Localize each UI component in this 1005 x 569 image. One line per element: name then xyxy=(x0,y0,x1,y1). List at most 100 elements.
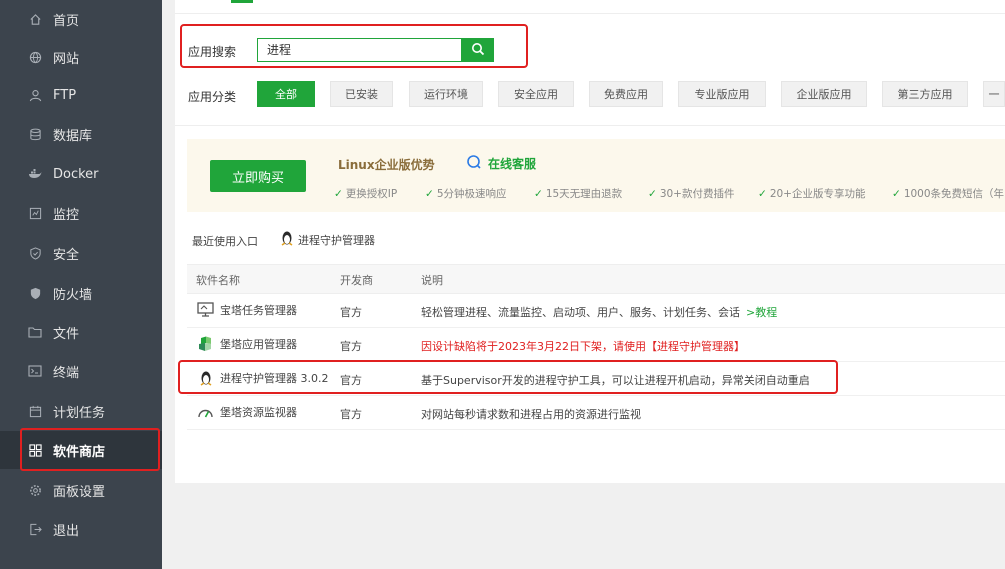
sidebar-item-label: 面板设置 xyxy=(53,484,106,500)
search-icon xyxy=(471,42,485,59)
developer-cell: 官方 xyxy=(340,340,362,353)
column-header-description: 说明 xyxy=(421,274,443,287)
online-support-label: 在线客服 xyxy=(488,157,537,171)
sidebar: 首页 网站 FTP 数据库 Docker 监控 安全 防火墙 文件 终端 计划任… xyxy=(0,0,162,569)
sidebar-item-firewall[interactable]: 防火墙 xyxy=(0,274,162,312)
docker-icon xyxy=(28,167,42,181)
sidebar-item-monitor[interactable]: 监控 xyxy=(0,194,162,232)
category-label: 应用分类 xyxy=(188,90,237,104)
check-icon: ✓ xyxy=(892,188,901,200)
category-more[interactable]: 一 xyxy=(983,81,1005,107)
gauge-icon xyxy=(197,404,214,421)
home-icon xyxy=(28,12,42,26)
description-cell: 轻松管理进程、流量监控、启动项、用户、服务、计划任务、会话 >教程 xyxy=(421,304,778,320)
app-name-cell: 堡塔资源监视器 xyxy=(197,402,297,422)
penguin-icon xyxy=(197,370,214,387)
promo-feature: ✓ 更换授权IP xyxy=(334,188,398,200)
category-runtime[interactable]: 运行环境 xyxy=(409,81,483,107)
column-header-name: 软件名称 xyxy=(196,274,240,287)
active-tab-indicator xyxy=(231,0,253,3)
app-manager-icon xyxy=(197,336,214,353)
top-tab-strip xyxy=(175,0,1005,14)
column-header-developer: 开发商 xyxy=(340,274,373,287)
recent-label: 最近使用入口 xyxy=(192,235,258,248)
database-icon xyxy=(28,127,42,141)
sidebar-item-label: 软件商店 xyxy=(53,444,106,460)
check-icon: ✓ xyxy=(534,188,543,200)
category-all[interactable]: 全部 xyxy=(257,81,315,107)
app-name-cell: 宝塔任务管理器 xyxy=(197,300,297,320)
terminal-icon xyxy=(28,364,42,378)
app-name-cell: 进程守护管理器 3.0.2 xyxy=(197,368,329,388)
sidebar-item-label: 防火墙 xyxy=(53,287,93,303)
sidebar-item-label: 网站 xyxy=(53,51,80,67)
sidebar-item-label: 终端 xyxy=(53,365,80,381)
search-button[interactable] xyxy=(461,38,494,62)
recent-item[interactable]: 进程守护管理器 xyxy=(280,230,375,249)
description-cell: 基于Supervisor开发的进程守护工具，可以让进程开机启动，异常关闭自动重启 xyxy=(421,374,810,387)
online-support-link[interactable]: 在线客服 xyxy=(466,154,536,173)
sidebar-item-home[interactable]: 首页 xyxy=(0,0,162,38)
penguin-icon xyxy=(280,230,294,249)
sidebar-item-label: 监控 xyxy=(53,207,80,223)
sidebar-item-label: 计划任务 xyxy=(53,405,106,421)
search-input[interactable]: 进程 xyxy=(257,38,462,62)
promo-feature: ✓ 15天无理由退款 xyxy=(534,188,623,200)
shield-icon xyxy=(28,246,42,260)
category-security[interactable]: 安全应用 xyxy=(498,81,574,107)
task-manager-icon xyxy=(197,302,214,319)
category-pro[interactable]: 专业版应用 xyxy=(678,81,766,107)
sidebar-item-label: 退出 xyxy=(53,523,80,539)
sidebar-item-database[interactable]: 数据库 xyxy=(0,115,162,153)
sidebar-item-website[interactable]: 网站 xyxy=(0,38,162,76)
category-enterprise[interactable]: 企业版应用 xyxy=(781,81,867,107)
promo-title: Linux企业版优势 xyxy=(338,158,435,172)
search-label: 应用搜索 xyxy=(188,45,237,59)
category-installed[interactable]: 已安装 xyxy=(330,81,393,107)
sidebar-item-label: 首页 xyxy=(53,13,80,29)
sidebar-item-label: Docker xyxy=(53,166,99,182)
sidebar-item-label: 文件 xyxy=(53,326,80,342)
firewall-icon xyxy=(28,286,42,300)
sidebar-item-panel-settings[interactable]: 面板设置 xyxy=(0,471,162,509)
logout-icon xyxy=(28,522,42,536)
developer-cell: 官方 xyxy=(340,374,362,387)
sidebar-item-label: 安全 xyxy=(53,247,80,263)
sidebar-item-docker[interactable]: Docker xyxy=(0,155,162,193)
check-icon: ✓ xyxy=(425,188,434,200)
sidebar-item-app-store[interactable]: 软件商店 xyxy=(0,431,162,469)
check-icon: ✓ xyxy=(648,188,657,200)
developer-cell: 官方 xyxy=(340,306,362,319)
sidebar-item-logout[interactable]: 退出 xyxy=(0,510,162,548)
check-icon: ✓ xyxy=(758,188,767,200)
sidebar-item-security[interactable]: 安全 xyxy=(0,234,162,272)
promo-feature: ✓ 1000条免费短信（年 xyxy=(892,188,1005,200)
chat-icon xyxy=(466,154,482,173)
check-icon: ✓ xyxy=(334,188,343,200)
recent-item-label: 进程守护管理器 xyxy=(298,233,375,247)
user-icon xyxy=(28,88,42,102)
promo-banner xyxy=(187,139,1005,212)
promo-feature: ✓ 30+款付费插件 xyxy=(648,188,735,200)
sidebar-item-ftp[interactable]: FTP xyxy=(0,76,162,114)
category-third-party[interactable]: 第三方应用 xyxy=(882,81,968,107)
promo-feature: ✓ 5分钟极速响应 xyxy=(425,188,507,200)
sidebar-item-files[interactable]: 文件 xyxy=(0,313,162,351)
sidebar-item-cron[interactable]: 计划任务 xyxy=(0,392,162,430)
tutorial-link[interactable]: >教程 xyxy=(746,304,777,320)
folder-icon xyxy=(28,325,42,339)
developer-cell: 官方 xyxy=(340,408,362,421)
category-free[interactable]: 免费应用 xyxy=(589,81,663,107)
description-cell: 对网站每秒请求数和进程占用的资源进行监视 xyxy=(421,408,641,421)
buy-now-button[interactable]: 立即购买 xyxy=(210,160,306,192)
sidebar-item-label: FTP xyxy=(53,87,77,103)
table-header xyxy=(187,264,1005,294)
sidebar-item-label: 数据库 xyxy=(53,128,93,144)
globe-icon xyxy=(28,50,42,64)
divider xyxy=(175,125,1005,126)
description-cell: 因设计缺陷将于2023年3月22日下架，请使用【进程守护管理器】 xyxy=(421,340,745,353)
monitor-icon xyxy=(28,206,42,220)
sidebar-item-terminal[interactable]: 终端 xyxy=(0,352,162,390)
calendar-icon xyxy=(28,404,42,418)
app-name-cell: 堡塔应用管理器 xyxy=(197,334,297,354)
